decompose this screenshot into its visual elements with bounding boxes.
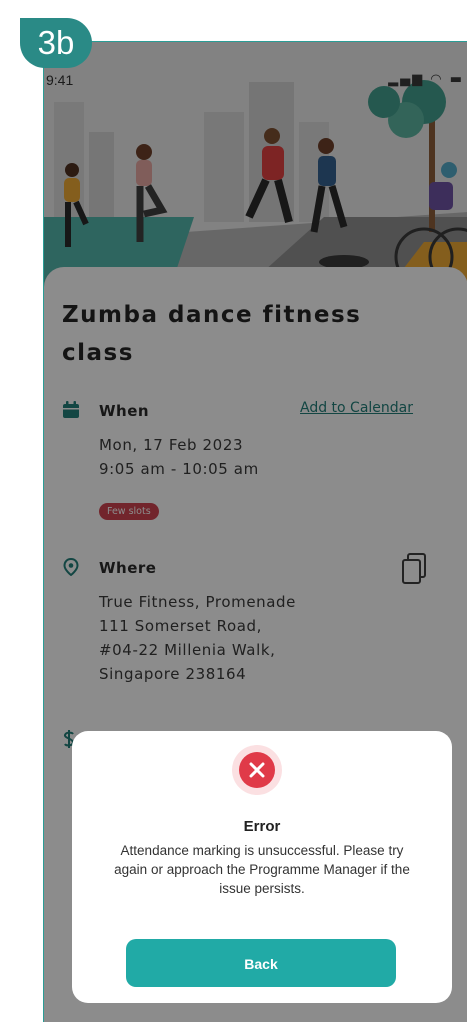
error-dialog: Error Attendance marking is unsuccessful… (72, 731, 452, 1003)
step-badge: 3b (20, 18, 92, 68)
dialog-title: Error (243, 818, 281, 835)
error-icon (232, 745, 282, 795)
back-button[interactable]: Back (126, 939, 396, 987)
dialog-message: Attendance marking is unsuccessful. Plea… (114, 843, 410, 896)
